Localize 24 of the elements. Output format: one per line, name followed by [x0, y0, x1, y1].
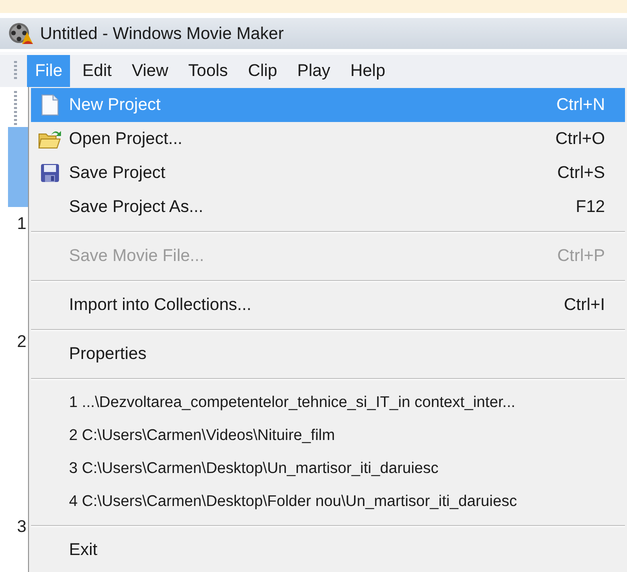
menu-item[interactable]: Tools	[180, 55, 236, 87]
timeline-number: 1	[16, 214, 28, 234]
menu-option[interactable]: Save Project Ctrl+S	[31, 156, 625, 190]
film-reel-icon	[8, 22, 34, 46]
menu-option[interactable]: Exit	[31, 533, 625, 567]
window-title: Untitled - Windows Movie Maker	[40, 24, 284, 44]
menu-item[interactable]: Play	[289, 55, 338, 87]
toolbar-gripper[interactable]	[14, 61, 17, 81]
menu-option[interactable]: 4 C:\Users\Carmen\Desktop\Folder nou\Un_martisor_iti_daruiesc	[31, 485, 625, 518]
menu-option[interactable]: 1 ...\Dezvoltarea_competentelor_tehnice_si_IT_in context_inter...	[31, 386, 625, 419]
timeline-number: 2	[16, 332, 28, 352]
menu-option[interactable]: 3 C:\Users\Carmen\Desktop\Un_martisor_iti_daruiesc	[31, 452, 625, 485]
menu-item[interactable]: Clip	[240, 55, 286, 87]
menu-option[interactable]: Properties	[31, 337, 625, 371]
menu-item[interactable]: Edit	[74, 55, 120, 87]
timeline-number: 3	[16, 517, 28, 537]
menu-option[interactable]: 2 C:\Users\Carmen\Videos\Nituire_film	[31, 419, 625, 452]
menu-option[interactable]: Import into Collections... Ctrl+I	[31, 288, 625, 322]
menu-item[interactable]: Help	[342, 55, 394, 87]
document-icon	[41, 94, 59, 116]
menu-option[interactable]: Save Project As... F12	[31, 190, 625, 224]
menu-option[interactable]: Open Project... Ctrl+O	[31, 122, 625, 156]
menu-item[interactable]: View	[124, 55, 176, 87]
toolbar-gripper	[14, 91, 17, 127]
